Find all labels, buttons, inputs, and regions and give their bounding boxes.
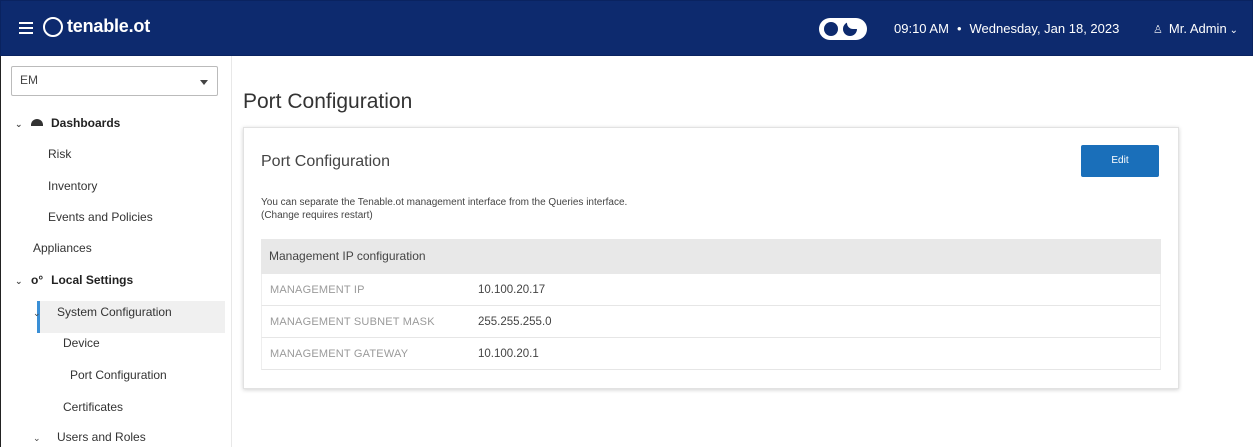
table-header: Management IP configuration [261, 239, 1161, 274]
card-title: Port Configuration [261, 153, 390, 170]
table-row: MANAGEMENT SUBNET MASK 255.255.255.0 [261, 306, 1161, 338]
caret-down-icon [200, 80, 208, 85]
chevron-down-icon: ⌄ [33, 308, 41, 318]
chevron-down-icon: ⌄ [1229, 25, 1239, 36]
sidebar-item-device[interactable]: Device [63, 336, 100, 350]
sidebar-item-label: Users and Roles [57, 430, 146, 444]
sidebar-item-label: Risk [48, 147, 72, 161]
sidebar-item-label: Device [63, 336, 100, 350]
sidebar-item-label: Events and Policies [48, 210, 153, 224]
sidebar-item-label: Appliances [33, 241, 92, 255]
page-title: Port Configuration [243, 90, 413, 113]
theme-toggle-icon[interactable] [819, 18, 867, 40]
sidebar-item-label: Dashboards [51, 116, 121, 130]
dashboard-icon [31, 119, 43, 126]
site-select[interactable]: EM [11, 66, 218, 96]
sidebar-item-system-configuration[interactable]: ⌄ System Configuration [33, 305, 172, 319]
port-configuration-card: Port Configuration Edit You can separate… [243, 127, 1179, 389]
card-description: You can separate the Tenable.ot manageme… [261, 197, 628, 221]
sidebar-item-label: Port Configuration [70, 368, 167, 382]
sidebar-item-dashboards[interactable]: ⌄ Dashboards [15, 116, 120, 130]
sidebar-item-risk[interactable]: Risk [48, 147, 71, 161]
clock-time: 09:10 AM [894, 21, 949, 36]
sidebar-item-label: Local Settings [51, 273, 134, 287]
sidebar-item-users-and-roles[interactable]: ⌄ Users and Roles [33, 430, 146, 444]
sidebar-item-label: System Configuration [57, 305, 172, 319]
table-row: MANAGEMENT IP 10.100.20.17 [261, 274, 1161, 306]
user-menu[interactable]: ♙ Mr. Admin ⌄ [1153, 21, 1238, 36]
brand-logo[interactable]: tenable.ot [43, 16, 150, 37]
sidebar-item-inventory[interactable]: Inventory [48, 179, 97, 193]
menu-icon[interactable] [19, 22, 33, 34]
sidebar-item-certificates[interactable]: Certificates [63, 400, 123, 414]
clock-date: Wednesday, Jan 18, 2023 [969, 21, 1120, 36]
logo-ring-icon [43, 16, 63, 37]
row-value: 255.255.255.0 [478, 315, 552, 328]
clock-separator: • [956, 21, 962, 36]
row-value: 10.100.20.1 [478, 347, 539, 360]
sidebar-item-label: Certificates [63, 400, 124, 414]
row-key: MANAGEMENT SUBNET MASK [270, 315, 435, 328]
user-icon: ♙ [1153, 24, 1163, 36]
chevron-down-icon: ⌄ [33, 433, 41, 443]
row-value: 10.100.20.17 [478, 283, 546, 296]
table-row: MANAGEMENT GATEWAY 10.100.20.1 [261, 338, 1161, 370]
brand-name: tenable.ot [67, 16, 151, 36]
site-select-value: EM [20, 73, 38, 87]
management-ip-table: Management IP configuration MANAGEMENT I… [261, 239, 1161, 370]
user-name: Mr. Admin [1168, 21, 1227, 36]
clock: 09:10 AM • Wednesday, Jan 18, 2023 [894, 21, 1119, 36]
settings-gear-icon: o° [31, 273, 44, 287]
edit-button[interactable]: Edit [1081, 145, 1159, 177]
top-bar: tenable.ot 09:10 AM • Wednesday, Jan 18, 2… [0, 0, 1253, 56]
sidebar-item-port-configuration[interactable]: Port Configuration [70, 368, 167, 382]
row-key: MANAGEMENT GATEWAY [270, 347, 409, 360]
sidebar-item-label: Inventory [48, 179, 98, 193]
chevron-down-icon: ⌄ [15, 119, 23, 129]
row-key: MANAGEMENT IP [270, 283, 365, 296]
sidebar-item-appliances[interactable]: Appliances [33, 241, 92, 255]
sidebar-item-events-and-policies[interactable]: Events and Policies [48, 210, 153, 224]
chevron-down-icon: ⌄ [15, 276, 23, 286]
sidebar-item-local-settings[interactable]: ⌄ o° Local Settings [15, 273, 133, 287]
